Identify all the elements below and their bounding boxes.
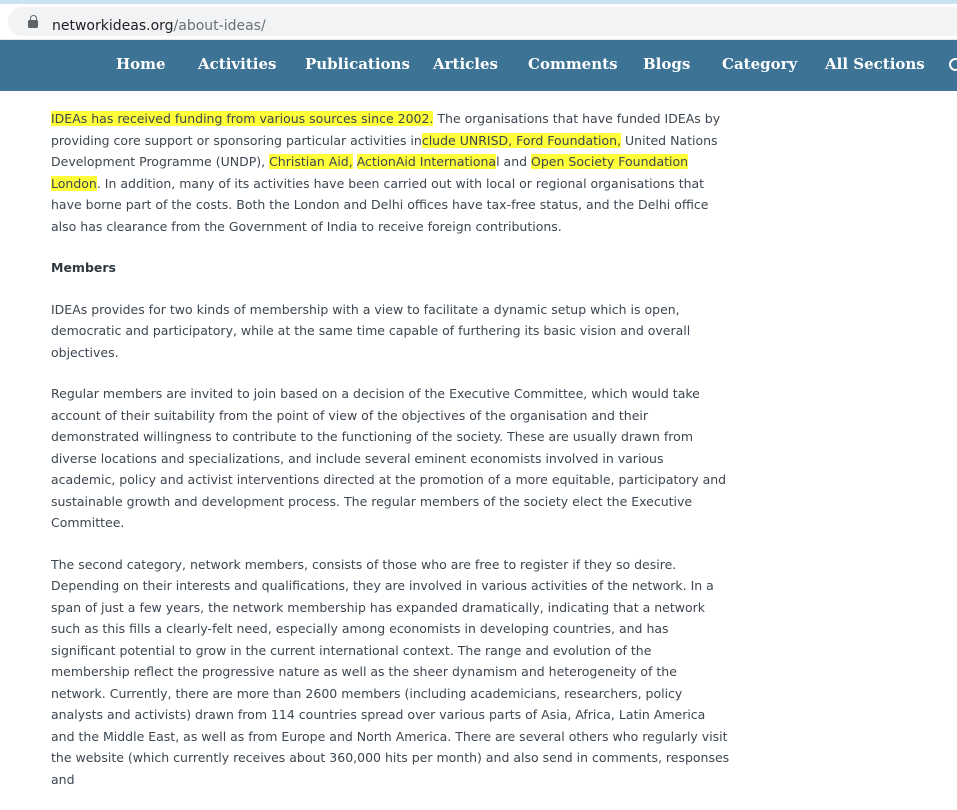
lock-icon[interactable]: [28, 15, 38, 30]
url-field[interactable]: networkideas.org/about-ideas/: [8, 7, 957, 36]
highlight-actionaid: ActionAid Internationa: [356, 154, 497, 169]
nav-activities[interactable]: Activities: [198, 55, 276, 73]
members-paragraph-1: IDEAs provides for two kinds of membersh…: [51, 301, 691, 360]
main-navigation: Home Activities Publications Articles Co…: [0, 40, 957, 91]
highlight-christian-aid: Christian Aid,: [269, 154, 353, 169]
members-paragraph-2: Regular members are invited to join base…: [51, 386, 727, 530]
members-heading: Members: [51, 260, 116, 275]
url-host: networkideas.org: [52, 18, 174, 34]
nav-articles[interactable]: Articles: [433, 55, 498, 73]
nav-all-sections[interactable]: All Sections: [825, 55, 925, 73]
nav-home[interactable]: Home: [116, 55, 166, 73]
nav-publications[interactable]: Publications: [305, 55, 410, 73]
funding-text-5: . In addition, many of its activities ha…: [51, 175, 709, 234]
search-icon[interactable]: [949, 58, 957, 71]
article-content: IDEAs has received funding from various …: [51, 108, 731, 810]
highlight-unrisd-ford: clude UNRISD, Ford Foundation,: [421, 132, 622, 148]
nav-blogs[interactable]: Blogs: [643, 55, 690, 73]
nav-comments[interactable]: Comments: [528, 55, 618, 73]
funding-paragraph: IDEAs has received funding from various …: [51, 108, 731, 237]
browser-address-bar: networkideas.org/about-ideas/: [0, 4, 957, 40]
members-paragraph-3: The second category, network members, co…: [51, 556, 730, 787]
nav-category[interactable]: Category: [722, 55, 797, 73]
funding-text-4: l and: [496, 154, 532, 169]
url-text[interactable]: networkideas.org/about-ideas/: [52, 18, 266, 34]
highlight-funding-since: IDEAs has received funding from various …: [51, 111, 434, 126]
url-path: /about-ideas/: [173, 18, 266, 34]
